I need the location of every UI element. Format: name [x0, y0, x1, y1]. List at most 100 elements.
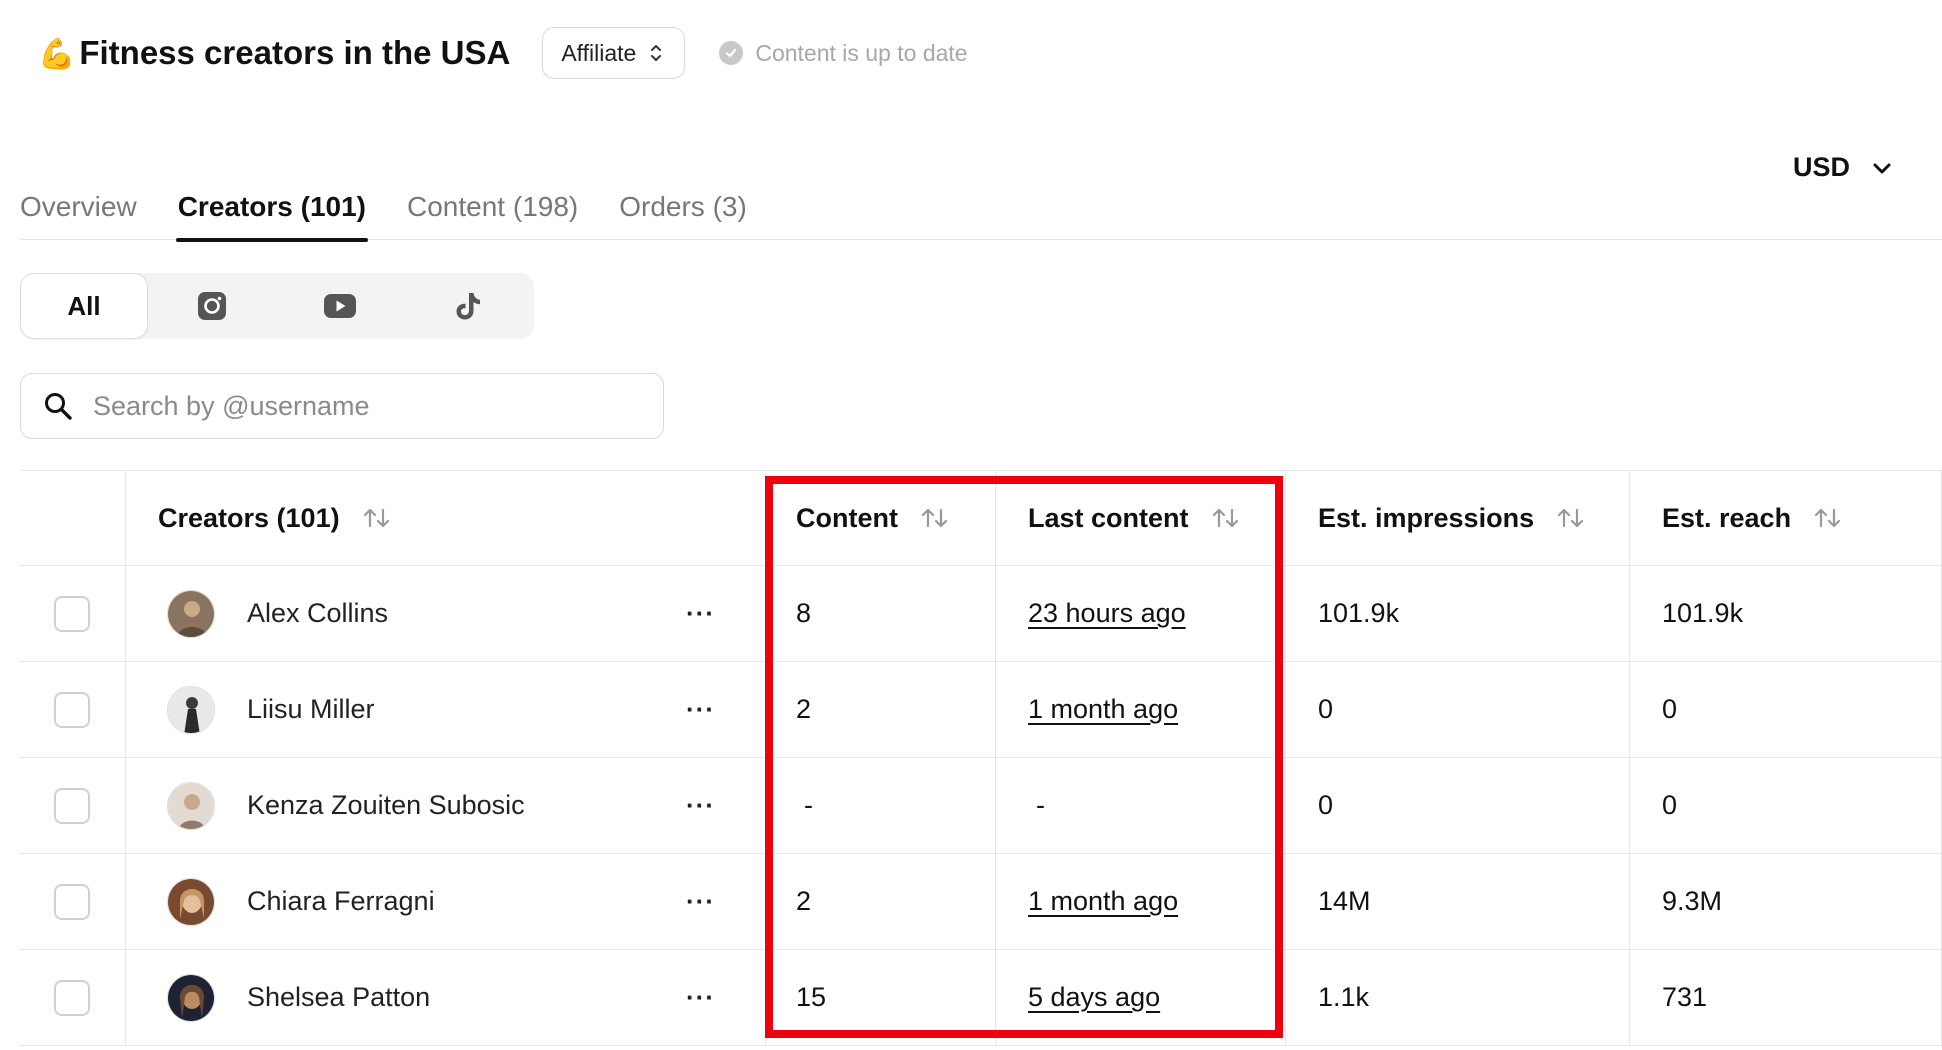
more-options-icon[interactable]: ··· [686, 950, 715, 1045]
creator-name[interactable]: Liisu Miller [247, 694, 375, 725]
last-content-link[interactable]: 5 days ago [1028, 982, 1160, 1013]
last-content-cell: - [996, 758, 1286, 853]
creator-name[interactable]: Shelsea Patton [247, 982, 430, 1013]
tab-overview[interactable]: Overview [20, 186, 137, 240]
impressions-cell: 1.1k [1286, 950, 1630, 1045]
row-select-cell [20, 758, 126, 853]
column-header-impressions-label: Est. impressions [1318, 502, 1535, 533]
last-content-link[interactable]: 23 hours ago [1028, 598, 1186, 629]
platform-filter: All [20, 273, 534, 339]
row-select-cell [20, 662, 126, 757]
more-options-icon[interactable]: ··· [686, 758, 715, 853]
row-checkbox[interactable] [54, 787, 90, 824]
campaign-type-value: Affiliate [561, 39, 637, 66]
campaign-type-select[interactable]: Affiliate [542, 27, 686, 79]
reach-cell: 0 [1630, 758, 1942, 853]
table-row[interactable]: Alex Collins ··· 8 23 hours ago 101.9k 1… [20, 566, 1942, 662]
avatar[interactable] [167, 781, 215, 830]
sync-status-text: Content is up to date [755, 39, 968, 66]
youtube-icon [324, 294, 356, 318]
row-checkbox[interactable] [54, 691, 90, 728]
column-header-last-content-label: Last content [1028, 502, 1189, 533]
filter-all-button[interactable]: All [20, 273, 148, 339]
tab-bar: Overview Creators (101) Content (198) Or… [20, 186, 1942, 242]
flexed-biceps-icon: 💪 [38, 38, 76, 71]
header-select-cell [20, 471, 126, 565]
more-options-icon[interactable]: ··· [686, 854, 715, 949]
page-title-text: Fitness creators in the USA [79, 34, 511, 71]
table-row[interactable]: Liisu Miller ··· 2 1 month ago 0 0 [20, 662, 1942, 758]
row-checkbox[interactable] [54, 979, 90, 1016]
filter-tiktok-button[interactable] [404, 273, 532, 339]
creator-cell: Alex Collins ··· [126, 566, 766, 661]
last-content-link[interactable]: 1 month ago [1028, 694, 1178, 725]
impressions-cell: 0 [1286, 662, 1630, 757]
last-content-cell: 5 days ago [996, 950, 1286, 1045]
creators-table: Creators (101) Content Last content Est.… [20, 470, 1942, 1046]
creator-name[interactable]: Chiara Ferragni [247, 886, 435, 917]
updown-chevron-icon [650, 43, 662, 63]
more-options-icon[interactable]: ··· [686, 566, 715, 661]
currency-value: USD [1792, 152, 1850, 182]
filter-youtube-button[interactable] [276, 273, 404, 339]
creator-name[interactable]: Alex Collins [247, 598, 388, 629]
currency-select[interactable]: USD [1793, 152, 1892, 183]
creator-name[interactable]: Kenza Zouiten Subosic [247, 790, 525, 821]
avatar[interactable] [167, 877, 215, 926]
search-box [20, 373, 664, 439]
creator-cell: Liisu Miller ··· [126, 662, 766, 757]
content-count-cell: 8 [766, 566, 996, 661]
tab-creators[interactable]: Creators (101) [175, 186, 369, 242]
tab-orders[interactable]: Orders (3) [619, 186, 747, 240]
sort-arrows-icon[interactable] [920, 506, 950, 530]
column-header-reach-label: Est. reach [1662, 502, 1792, 533]
column-header-content-label: Content [796, 502, 898, 533]
last-content-value: - [1036, 790, 1045, 820]
column-header-creators[interactable]: Creators (101) [126, 471, 766, 565]
chevron-down-icon [1872, 152, 1892, 183]
row-checkbox[interactable] [54, 883, 90, 920]
reach-cell: 101.9k [1630, 566, 1942, 661]
content-count-value: - [804, 790, 813, 820]
avatar[interactable] [167, 589, 215, 638]
column-header-creators-label: Creators (101) [158, 502, 340, 533]
column-header-last-content[interactable]: Last content [996, 471, 1286, 565]
avatar[interactable] [167, 685, 215, 734]
last-content-cell: 23 hours ago [996, 566, 1286, 661]
avatar[interactable] [167, 973, 215, 1022]
sort-arrows-icon[interactable] [1211, 506, 1241, 530]
search-input[interactable] [93, 390, 613, 422]
content-count-cell: 2 [766, 854, 996, 949]
reach-cell: 9.3M [1630, 854, 1942, 949]
row-select-cell [20, 566, 126, 661]
table-row[interactable]: Shelsea Patton ··· 15 5 days ago 1.1k 73… [20, 950, 1942, 1046]
content-count-cell: 15 [766, 950, 996, 1045]
column-header-reach[interactable]: Est. reach [1630, 471, 1942, 565]
column-header-content[interactable]: Content [766, 471, 996, 565]
content-count-cell: - [766, 758, 996, 853]
content-count-cell: 2 [766, 662, 996, 757]
reach-cell: 731 [1630, 950, 1942, 1045]
more-options-icon[interactable]: ··· [686, 662, 715, 757]
row-checkbox[interactable] [54, 595, 90, 632]
last-content-link[interactable]: 1 month ago [1028, 886, 1178, 917]
row-select-cell [20, 854, 126, 949]
table-header-row: Creators (101) Content Last content Est.… [20, 470, 1942, 566]
sort-arrows-icon[interactable] [362, 506, 392, 530]
sync-status: Content is up to date [719, 39, 968, 67]
tiktok-icon [456, 293, 480, 320]
instagram-icon [198, 292, 226, 320]
table-row[interactable]: Kenza Zouiten Subosic ··· - - 0 0 [20, 758, 1942, 854]
tab-content[interactable]: Content (198) [407, 186, 578, 240]
column-header-impressions[interactable]: Est. impressions [1286, 471, 1630, 565]
creator-cell: Shelsea Patton ··· [126, 950, 766, 1045]
sort-arrows-icon[interactable] [1556, 506, 1586, 530]
page: 💪 Fitness creators in the USA Affiliate C… [0, 0, 1942, 1050]
sort-arrows-icon[interactable] [1813, 506, 1843, 530]
last-content-cell: 1 month ago [996, 662, 1286, 757]
header: 💪 Fitness creators in the USA Affiliate C… [38, 24, 968, 82]
filter-instagram-button[interactable] [148, 273, 276, 339]
creator-cell: Chiara Ferragni ··· [126, 854, 766, 949]
check-circle-icon [719, 41, 744, 65]
table-row[interactable]: Chiara Ferragni ··· 2 1 month ago 14M 9.… [20, 854, 1942, 950]
